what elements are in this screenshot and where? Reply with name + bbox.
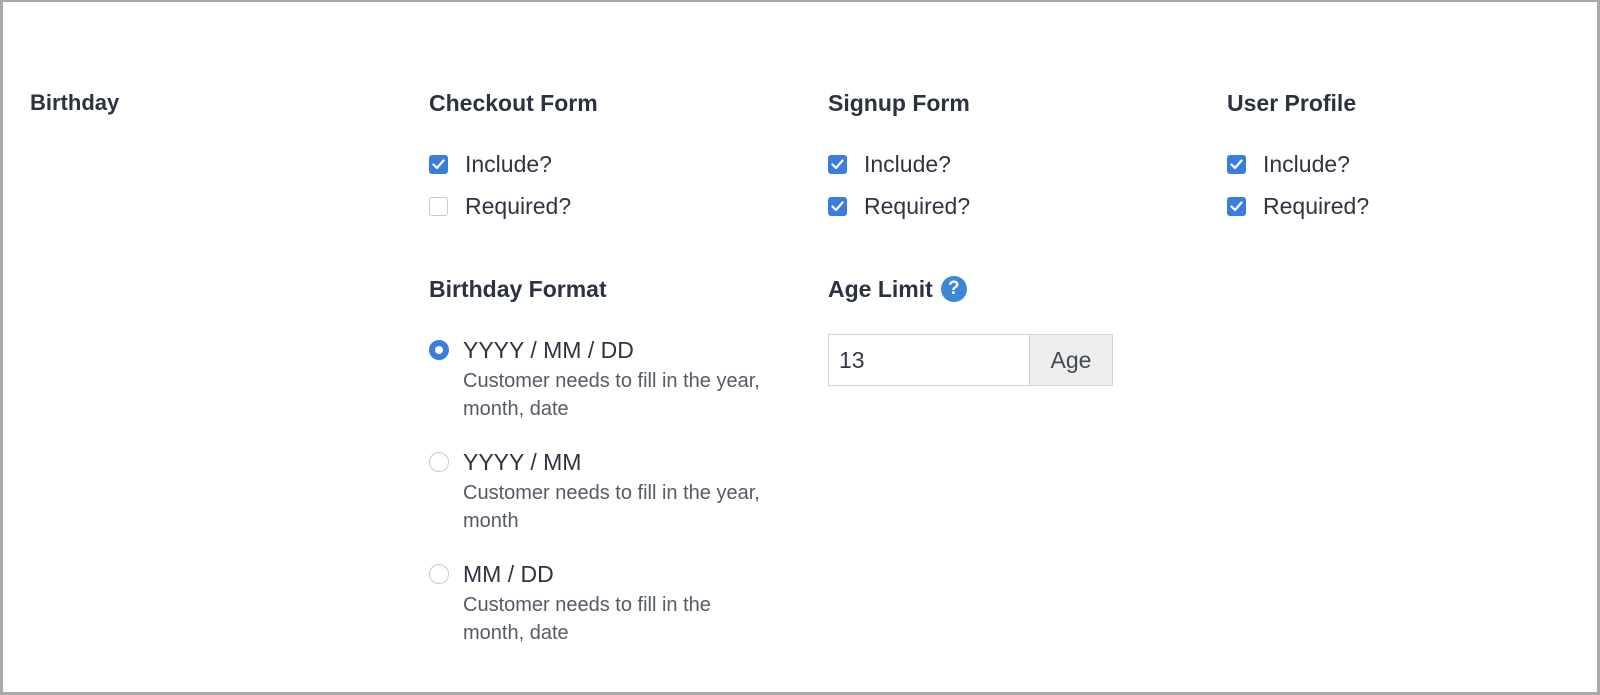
checkout-required-label[interactable]: Required? — [465, 193, 571, 220]
format-radio-ymd[interactable] — [429, 340, 449, 360]
birthday-format-title: Birthday Format — [429, 276, 607, 302]
checkout-include-label[interactable]: Include? — [465, 151, 552, 178]
signup-include-checkbox[interactable] — [828, 154, 847, 174]
format-option-label[interactable]: YYYY / MM / DD — [463, 337, 634, 364]
format-option-description: Customer needs to fill in the month, dat… — [463, 594, 711, 644]
profile-required-checkbox[interactable] — [1227, 196, 1246, 216]
age-addon: Age — [1029, 334, 1113, 386]
age-limit-input[interactable] — [828, 334, 1029, 386]
checkout-form-title: Checkout Form — [429, 90, 598, 116]
checkout-include-row[interactable]: Include? — [429, 150, 552, 178]
signup-include-label[interactable]: Include? — [864, 151, 951, 178]
format-radio-ym[interactable] — [429, 452, 449, 472]
profile-include-checkbox[interactable] — [1227, 154, 1246, 174]
format-option-description: Customer needs to fill in the year, mont… — [463, 482, 760, 532]
format-option[interactable]: YYYY / MM Customer needs to fill in the … — [429, 447, 763, 535]
check-icon — [1230, 158, 1243, 169]
check-icon — [831, 200, 844, 211]
signup-required-checkbox[interactable] — [828, 196, 847, 216]
user-profile-title: User Profile — [1227, 90, 1357, 116]
checkout-required-checkbox[interactable] — [429, 196, 448, 216]
checkout-include-checkbox[interactable] — [429, 154, 448, 174]
settings-panel: Birthday Checkout Form Include? Required… — [0, 0, 1600, 695]
format-radio-md[interactable] — [429, 564, 449, 584]
signup-include-row[interactable]: Include? — [828, 150, 951, 178]
format-option-description: Customer needs to fill in the year, mont… — [463, 370, 760, 420]
age-limit-title: Age Limit — [828, 276, 933, 302]
section-title: Birthday — [30, 90, 120, 115]
signup-form-title: Signup Form — [828, 90, 970, 116]
check-icon — [1230, 200, 1243, 211]
profile-required-label[interactable]: Required? — [1263, 193, 1369, 220]
age-limit-input-group: Age — [828, 334, 1113, 386]
question-circle-icon[interactable]: ? — [940, 275, 967, 302]
signup-required-row[interactable]: Required? — [828, 192, 970, 220]
check-icon — [432, 158, 445, 169]
checkout-required-row[interactable]: Required? — [429, 192, 571, 220]
format-option[interactable]: YYYY / MM / DD Customer needs to fill in… — [429, 335, 763, 423]
format-option[interactable]: MM / DD Customer needs to fill in the mo… — [429, 559, 763, 647]
age-limit-heading: Age Limit? — [828, 275, 967, 304]
profile-include-label[interactable]: Include? — [1263, 151, 1350, 178]
profile-include-row[interactable]: Include? — [1227, 150, 1350, 178]
format-option-label[interactable]: MM / DD — [463, 561, 554, 588]
check-icon — [831, 158, 844, 169]
profile-required-row[interactable]: Required? — [1227, 192, 1369, 220]
format-option-label[interactable]: YYYY / MM — [463, 449, 581, 476]
signup-required-label[interactable]: Required? — [864, 193, 970, 220]
